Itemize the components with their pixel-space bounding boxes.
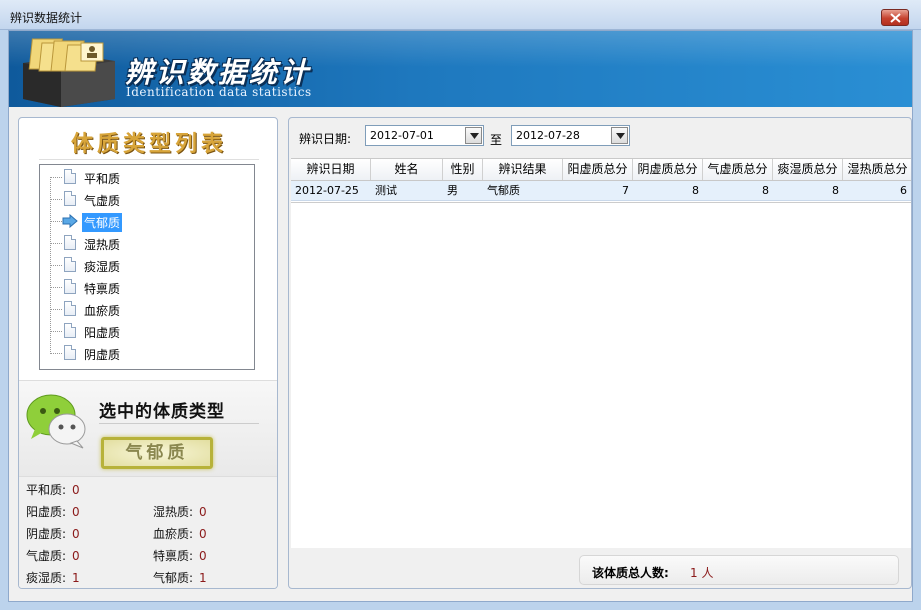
tree-item-label: 阴虚质 — [84, 348, 121, 362]
start-date-picker[interactable]: 2012-07-01 — [365, 125, 484, 146]
chat-bubbles-icon — [26, 394, 86, 449]
divider — [39, 159, 259, 160]
column-header[interactable]: 气虚质总分 — [703, 159, 773, 180]
cell-score: 8 — [832, 184, 839, 197]
total-value: 1 人 — [690, 566, 714, 580]
tree-item-tebing[interactable]: 特禀质 — [40, 277, 254, 297]
count-shire: 湿热质: 0 — [153, 505, 207, 519]
window-title: 辨识数据统计 — [10, 11, 83, 25]
selected-type-heading: 选中的体质类型 — [99, 402, 225, 422]
end-date-value: 2012-07-28 — [516, 129, 580, 142]
close-icon — [890, 13, 901, 23]
document-icon — [64, 279, 76, 294]
total-count-box: 该体质总人数: 1 人 — [579, 555, 899, 585]
count-pinghe: 平和质: 0 — [26, 483, 80, 497]
document-icon — [64, 235, 76, 250]
window-body: 辨识数据统计 Identification data statistics 体质… — [8, 30, 913, 602]
chevron-down-icon — [470, 133, 479, 139]
count-yangxu: 阳虚质: 0 — [26, 505, 80, 519]
chevron-down-icon — [616, 133, 625, 139]
results-table[interactable]: 辨识日期 姓名 性别 辨识结果 阳虚质总分 阴虚质总分 气虚质总分 痰湿质总分 … — [291, 158, 911, 548]
selected-type-box: 选中的体质类型 气郁质 — [19, 380, 277, 476]
column-header[interactable]: 姓名 — [371, 159, 443, 180]
dropdown-button[interactable] — [465, 127, 482, 144]
constitution-tree[interactable]: 平和质 气虚质 气郁质 湿热质 痰湿质 特禀质 血瘀质 阳虚质 阴虚质 — [39, 164, 255, 370]
column-header[interactable]: 辨识结果 — [483, 159, 563, 180]
document-icon — [64, 169, 76, 184]
count-tebing: 特禀质: 0 — [153, 549, 207, 563]
arrow-right-icon — [62, 214, 78, 228]
count-tanshi: 痰湿质: 1 — [26, 571, 80, 585]
document-icon — [64, 301, 76, 316]
tree-item-label: 特禀质 — [84, 282, 121, 296]
tree-item-yangxu[interactable]: 阳虚质 — [40, 321, 254, 341]
tree-item-label: 阳虚质 — [84, 326, 121, 340]
title-bar: 辨识数据统计 — [0, 0, 921, 30]
column-header[interactable]: 性别 — [443, 159, 483, 180]
dropdown-button[interactable] — [611, 127, 628, 144]
document-icon — [64, 345, 76, 360]
constitution-list-panel: 体质类型列表 平和质 气虚质 气郁质 湿热质 痰湿质 特禀质 血瘀质 阳虚质 阴… — [18, 117, 278, 589]
tree-item-label: 湿热质 — [84, 238, 121, 252]
column-header[interactable]: 湿热质总分 — [843, 159, 911, 180]
column-header[interactable]: 辨识日期 — [291, 159, 371, 180]
tree-item-pinghe[interactable]: 平和质 — [40, 167, 254, 187]
table-row[interactable]: 2012-07-25 测试 男 气郁质 7 8 8 8 6 — [291, 181, 911, 201]
cell-gender: 男 — [447, 184, 458, 197]
type-counts: 平和质: 0 阳虚质: 0 湿热质: 0 阴虚质: 0 血瘀质: 0 气虚质: 0 特禀质:… — [19, 476, 277, 588]
selected-type-value: 气郁质 — [101, 437, 213, 469]
tree-item-qixu[interactable]: 气虚质 — [40, 189, 254, 209]
cell-name: 测试 — [375, 184, 397, 197]
cell-score: 6 — [900, 184, 907, 197]
tree-item-label: 血瘀质 — [84, 304, 121, 318]
cell-score: 7 — [622, 184, 629, 197]
tree-item-xueyu[interactable]: 血瘀质 — [40, 299, 254, 319]
column-header[interactable]: 阳虚质总分 — [563, 159, 633, 180]
cell-date: 2012-07-25 — [295, 184, 359, 197]
tree-item-label: 平和质 — [84, 172, 121, 186]
file-drawer-icon — [23, 38, 115, 107]
count-xueyu: 血瘀质: 0 — [153, 527, 207, 541]
count-qixu: 气虚质: 0 — [26, 549, 80, 563]
tree-item-label: 气虚质 — [84, 194, 121, 208]
count-qiyu: 气郁质: 1 — [153, 571, 207, 585]
cell-score: 8 — [762, 184, 769, 197]
tree-item-label: 气郁质 — [82, 213, 123, 232]
divider — [99, 423, 259, 424]
document-icon — [64, 191, 76, 206]
document-icon — [64, 323, 76, 338]
list-heading: 体质类型列表 — [70, 131, 227, 157]
tree-item-yinxu[interactable]: 阴虚质 — [40, 343, 254, 363]
date-label: 辨识日期: — [299, 132, 352, 146]
tree-item-shire[interactable]: 湿热质 — [40, 233, 254, 253]
count-yinxu: 阴虚质: 0 — [26, 527, 80, 541]
tree-item-qiyu[interactable]: 气郁质 — [40, 211, 254, 232]
column-header[interactable]: 痰湿质总分 — [773, 159, 843, 180]
column-header[interactable]: 阴虚质总分 — [633, 159, 703, 180]
table-header: 辨识日期 姓名 性别 辨识结果 阳虚质总分 阴虚质总分 气虚质总分 痰湿质总分 … — [291, 159, 911, 181]
banner-subtitle: Identification data statistics — [126, 85, 312, 99]
close-button[interactable] — [881, 9, 909, 26]
end-date-picker[interactable]: 2012-07-28 — [511, 125, 630, 146]
banner: 辨识数据统计 Identification data statistics — [9, 31, 912, 107]
tree-item-label: 痰湿质 — [84, 260, 121, 274]
document-icon — [64, 257, 76, 272]
start-date-value: 2012-07-01 — [370, 129, 434, 142]
date-separator: 至 — [490, 133, 503, 147]
total-label: 该体质总人数: — [592, 566, 669, 580]
statistics-panel: 辨识日期: 2012-07-01 至 2012-07-28 辨识日期 姓名 性别… — [288, 117, 912, 589]
cell-result: 气郁质 — [487, 184, 520, 197]
tree-item-tanshi[interactable]: 痰湿质 — [40, 255, 254, 275]
cell-score: 8 — [692, 184, 699, 197]
